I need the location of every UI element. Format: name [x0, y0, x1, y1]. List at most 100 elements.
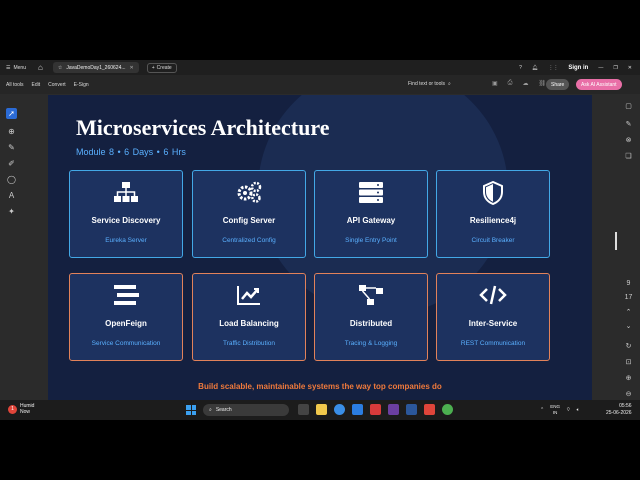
page-down-icon[interactable]: ⌄: [623, 320, 634, 331]
card-title: Load Balancing: [219, 319, 279, 328]
card-api-gateway: API Gateway Single Entry Point: [314, 170, 428, 258]
bell-icon[interactable]: 🔔︎: [532, 65, 538, 71]
card-title: Service Discovery: [91, 216, 161, 225]
toolbar-item-all-tools[interactable]: All tools: [6, 82, 24, 88]
zoom-out-icon[interactable]: ⊖: [623, 388, 634, 399]
card-openfeign: OpenFeign Service Communication: [69, 273, 183, 361]
slide-title: Microservices Architecture: [76, 115, 330, 140]
upload-icon[interactable]: ☁: [522, 80, 528, 87]
card-desc: Eureka Server: [105, 237, 147, 244]
card-title: Inter-Service: [468, 319, 518, 328]
search-icon: ⌕: [209, 407, 212, 413]
home-icon[interactable]: ⌂: [38, 63, 43, 72]
card-title: Resilience4j: [469, 216, 517, 225]
file-explorer-icon[interactable]: [316, 404, 327, 415]
screen: ☰ Menu ⌂ ☆ JavaDemoDay1_260624... ✕ + Cr…: [0, 0, 640, 480]
tool-bar: All tools Edit Convert E-Sign Find text …: [0, 75, 640, 94]
vs-icon[interactable]: [388, 404, 399, 415]
card-desc: Single Entry Point: [345, 237, 397, 244]
chevron-up-icon[interactable]: ⌃: [540, 407, 544, 413]
server-icon: [315, 181, 427, 203]
text-box-icon[interactable]: A: [6, 190, 17, 201]
clock[interactable]: 05:56 25-06-2026: [606, 403, 632, 417]
ai-assistant-button[interactable]: Ask AI Assistant: [576, 79, 622, 90]
weather-badge: 1: [8, 404, 17, 414]
acrobat-icon[interactable]: [424, 404, 435, 415]
card-desc: REST Communication: [460, 340, 526, 347]
page-total: 17: [624, 294, 633, 301]
slide-subtitle: Module 8 • 6 Days • 6 Hrs: [76, 147, 186, 157]
page-number[interactable]: 9: [623, 278, 634, 289]
link-icon[interactable]: ⛓: [538, 80, 546, 87]
system-tray: ⌃ ENG IN ⌔ 🔈︎: [540, 404, 580, 416]
edge-icon[interactable]: [334, 404, 345, 415]
zoom-in-icon[interactable]: ⊕: [623, 372, 634, 383]
slide-tagline: Build scalable, maintainable systems the…: [198, 382, 442, 391]
scrollbar-thumb[interactable]: [615, 232, 617, 250]
comment-icon[interactable]: ▢: [623, 100, 634, 111]
toolbar-item-edit[interactable]: Edit: [32, 82, 41, 88]
speaker-icon[interactable]: 🔈︎: [577, 407, 580, 413]
bookmark-icon[interactable]: ⊗: [623, 134, 634, 145]
code-icon: [437, 284, 549, 306]
rotate-icon[interactable]: ↻: [623, 340, 634, 351]
minimize-icon[interactable]: —: [598, 65, 603, 71]
close-tab-icon[interactable]: ✕: [130, 65, 134, 71]
document-tab[interactable]: ☆ JavaDemoDay1_260624... ✕: [52, 62, 139, 73]
titlebar-right: ? 🔔︎ ⋮⋮ Sign in — ❐ ✕: [519, 60, 632, 75]
card-desc: Traffic Distribution: [222, 340, 276, 347]
store-icon[interactable]: [352, 404, 363, 415]
card-resilience4j: Resilience4j Circuit Breaker: [436, 170, 550, 258]
card-distributed: Distributed Tracing & Logging: [314, 273, 428, 361]
language-indicator[interactable]: ENG IN: [550, 404, 560, 416]
project-diagram-icon: [315, 284, 427, 306]
search-icon: ⌕: [447, 81, 451, 87]
toolbar-item-esign[interactable]: E-Sign: [74, 82, 89, 88]
card-load-balancing: Load Balancing Traffic Distribution: [192, 273, 306, 361]
find-tools-field[interactable]: Find text or tools ⌕: [408, 81, 451, 87]
page-up-icon[interactable]: ⌃: [623, 306, 634, 317]
word-icon[interactable]: [406, 404, 417, 415]
windows-taskbar: 1 Humid Now ⌕ Search ⌃ ENG IN ⌔ 🔈︎ 05:56…: [0, 400, 640, 420]
card-config-server: Config Server Centralized Config: [192, 170, 306, 258]
edit-pdf-icon[interactable]: ✎: [623, 118, 634, 129]
zoom-icon[interactable]: ⊕: [6, 126, 17, 137]
sitemap-icon: [70, 181, 182, 203]
pen-icon[interactable]: ✎: [6, 142, 17, 153]
card-title: API Gateway: [346, 216, 396, 225]
chrome-icon[interactable]: [442, 404, 453, 415]
card-title: Config Server: [222, 216, 276, 225]
task-view-icon[interactable]: [298, 404, 309, 415]
print-icon[interactable]: ⎙: [508, 80, 513, 87]
hamburger-icon: ☰: [6, 64, 11, 71]
organize-icon[interactable]: ❏: [623, 150, 634, 161]
app-l-icon[interactable]: [370, 404, 381, 415]
create-button[interactable]: + Create: [146, 62, 177, 73]
highlighter-icon[interactable]: ✐: [6, 158, 17, 169]
lasso-icon[interactable]: ◯: [6, 174, 17, 185]
card-title: OpenFeign: [105, 319, 147, 328]
toolbar-item-convert[interactable]: Convert: [48, 82, 66, 88]
start-windows-icon[interactable]: [186, 405, 196, 415]
card-desc: Tracing & Logging: [344, 340, 398, 347]
sign-in-button[interactable]: Sign in: [568, 65, 588, 71]
left-tool-rail: ➚ ⊕ ✎ ✐ ◯ A ✦: [0, 94, 22, 404]
maximize-icon[interactable]: ❐: [613, 65, 617, 71]
apps-grid-icon[interactable]: ⋮⋮: [548, 65, 558, 71]
fit-page-icon[interactable]: ⊡: [623, 356, 634, 367]
card-desc: Service Communication: [91, 340, 161, 347]
share-button[interactable]: Share: [546, 79, 570, 90]
card-desc: Circuit Breaker: [471, 237, 515, 244]
weather-widget[interactable]: 1 Humid Now: [8, 403, 34, 415]
taskbar-search[interactable]: ⌕ Search: [203, 404, 289, 416]
stamp-icon[interactable]: ✦: [6, 206, 17, 217]
close-window-icon[interactable]: ✕: [628, 65, 632, 71]
select-cursor-icon[interactable]: ➚: [6, 108, 17, 119]
wifi-icon[interactable]: ⌔: [566, 407, 571, 413]
help-icon[interactable]: ?: [519, 65, 522, 71]
shield-icon: [437, 181, 549, 205]
star-icon[interactable]: ☆: [58, 65, 62, 71]
menu-button[interactable]: ☰ Menu: [6, 65, 26, 71]
card-service-discovery: Service Discovery Eureka Server: [69, 170, 183, 258]
save-icon[interactable]: ▣: [492, 80, 498, 87]
